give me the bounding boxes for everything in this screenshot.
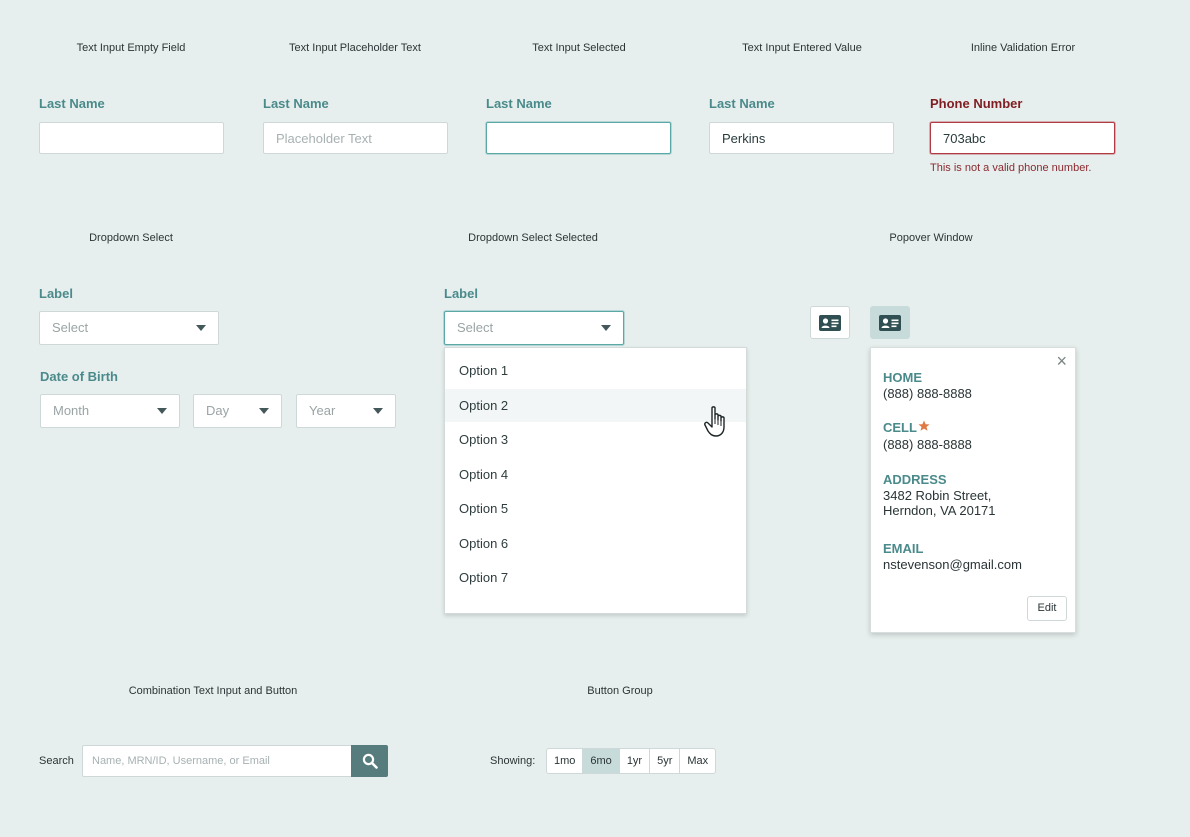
range-button-6mo[interactable]: 6mo — [583, 749, 620, 773]
search-icon — [362, 753, 378, 769]
caption-popover-window: Popover Window — [889, 232, 973, 244]
dob-year-select[interactable]: Year — [296, 394, 396, 428]
search-input[interactable] — [82, 745, 352, 777]
popover-email-value: nstevenson@gmail.com — [883, 557, 1022, 572]
dropdown-select-open[interactable]: Select — [444, 311, 624, 345]
popover-email-label: EMAIL — [883, 541, 924, 556]
popover-address-label: ADDRESS — [883, 472, 947, 487]
contact-card-icon — [879, 314, 901, 331]
contact-card-button-active[interactable] — [870, 306, 910, 339]
range-button-1mo[interactable]: 1mo — [547, 749, 584, 773]
search-label: Search — [39, 755, 74, 767]
star-icon — [918, 420, 930, 431]
contact-card-icon — [819, 314, 841, 331]
dropdown-menu: Option 1 Option 2 Option 3 Option 4 Opti… — [444, 347, 747, 614]
phone-validation-error-message: This is not a valid phone number. — [930, 162, 1092, 174]
last-name-label-entered: Last Name — [709, 96, 775, 111]
dropdown-option-4[interactable]: Option 4 — [445, 458, 746, 491]
dob-month-value: Month — [53, 403, 90, 418]
caption-dropdown-select: Dropdown Select — [89, 232, 173, 244]
dob-day-value: Day — [206, 403, 230, 418]
popover-address-line2: Herndon, VA 20171 — [883, 503, 996, 518]
close-icon[interactable]: × — [1056, 352, 1067, 370]
last-name-label-empty: Last Name — [39, 96, 105, 111]
caption-dropdown-select-selected: Dropdown Select Selected — [468, 232, 598, 244]
contact-popover: × HOME (888) 888-8888 CELL (888) 888-888… — [870, 347, 1076, 633]
last-name-input-selected[interactable] — [486, 122, 671, 154]
caption-inline-validation-error: Inline Validation Error — [970, 42, 1076, 54]
phone-number-input[interactable] — [930, 122, 1115, 154]
dropdown-option-1[interactable]: Option 1 — [445, 354, 746, 387]
chevron-down-icon — [601, 325, 611, 331]
range-button-max[interactable]: Max — [680, 749, 715, 773]
caption-text-input-selected: Text Input Selected — [532, 42, 626, 54]
popover-cell-value: (888) 888-8888 — [883, 437, 972, 452]
dropdown-option-2[interactable]: Option 2 — [445, 389, 746, 422]
dropdown-option-7[interactable]: Option 7 — [445, 561, 746, 594]
last-name-input-placeholder[interactable] — [263, 122, 448, 154]
search-button[interactable] — [351, 745, 388, 777]
dropdown-option-5[interactable]: Option 5 — [445, 492, 746, 525]
dropdown-select-open-value: Select — [457, 320, 494, 335]
caption-text-input-placeholder: Text Input Placeholder Text — [289, 42, 421, 54]
hand-pointer-icon — [704, 406, 725, 437]
chevron-down-icon — [196, 325, 206, 331]
caption-text-input-empty: Text Input Empty Field — [76, 42, 186, 54]
dropdown-select[interactable]: Select — [39, 311, 219, 345]
range-button-5yr[interactable]: 5yr — [650, 749, 681, 773]
dropdown-option-6[interactable]: Option 6 — [445, 527, 746, 560]
popover-home-value: (888) 888-8888 — [883, 386, 972, 401]
last-name-label-selected: Last Name — [486, 96, 552, 111]
caption-button-group: Button Group — [587, 685, 653, 697]
caption-text-input-entered: Text Input Entered Value — [742, 42, 862, 54]
dob-day-select[interactable]: Day — [193, 394, 282, 428]
phone-number-label: Phone Number — [930, 96, 1023, 111]
contact-card-button[interactable] — [810, 306, 850, 339]
last-name-input-empty[interactable] — [39, 122, 224, 154]
popover-edit-button[interactable]: Edit — [1027, 596, 1067, 621]
dropdown-option-3[interactable]: Option 3 — [445, 423, 746, 456]
dropdown-label: Label — [39, 286, 73, 301]
date-of-birth-label: Date of Birth — [40, 369, 118, 384]
chevron-down-icon — [373, 408, 383, 414]
caption-combination-input-button: Combination Text Input and Button — [128, 685, 298, 697]
last-name-label-placeholder: Last Name — [263, 96, 329, 111]
dob-year-value: Year — [309, 403, 336, 418]
dropdown-select-value: Select — [52, 320, 89, 335]
range-button-1yr[interactable]: 1yr — [620, 749, 651, 773]
showing-label: Showing: — [490, 755, 536, 767]
popover-address-line1: 3482 Robin Street, — [883, 488, 992, 503]
chevron-down-icon — [157, 408, 167, 414]
popover-cell-label: CELL — [883, 420, 917, 435]
dob-month-select[interactable]: Month — [40, 394, 180, 428]
dropdown-selected-label: Label — [444, 286, 478, 301]
time-range-button-group: 1mo 6mo 1yr 5yr Max — [546, 748, 717, 774]
last-name-input-entered[interactable] — [709, 122, 894, 154]
chevron-down-icon — [259, 408, 269, 414]
popover-home-label: HOME — [883, 370, 922, 385]
